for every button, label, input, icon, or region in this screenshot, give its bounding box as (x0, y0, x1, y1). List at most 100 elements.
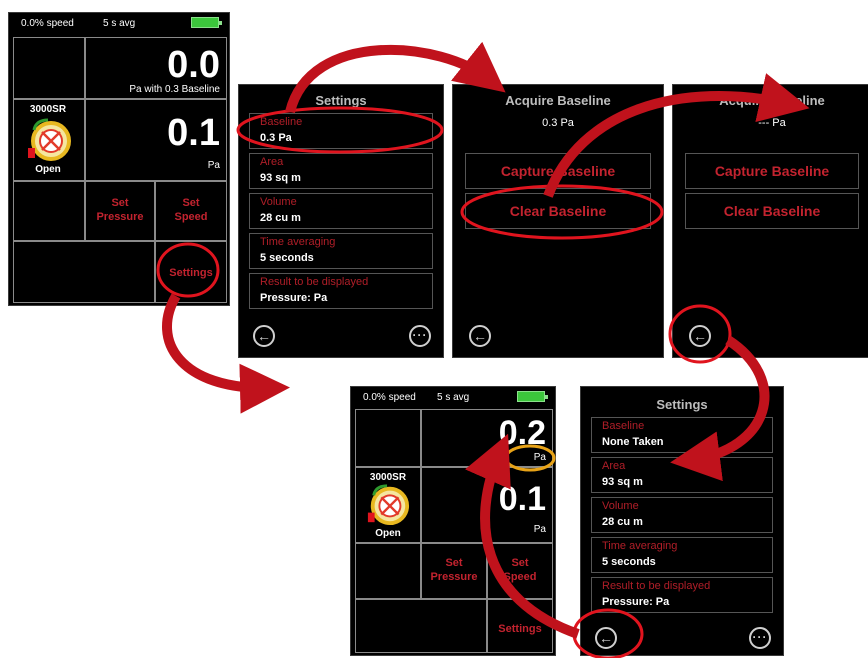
result-display-field[interactable]: Result to be displayed Pressure: Pa (591, 577, 773, 613)
top-reading-value: 0.2 (498, 414, 546, 452)
set-pressure-button[interactable]: Set Pressure (85, 181, 155, 241)
result-display-field-label: Result to be displayed (602, 580, 711, 592)
grid-cell (355, 409, 421, 467)
settings-label: Settings (169, 267, 213, 279)
fan-icon (28, 118, 71, 161)
bottom-reading-unit: Pa (533, 524, 546, 535)
capture-baseline-button[interactable]: Capture Baseline (685, 153, 859, 189)
volume-field-label: Volume (602, 500, 639, 512)
capture-baseline-button[interactable]: Capture Baseline (465, 153, 651, 189)
set-pressure-label-2: Pressure (430, 571, 478, 583)
acquire-baseline-screen-1: Acquire Baseline 0.3 Pa Capture Baseline… (452, 84, 664, 358)
baseline-field[interactable]: Baseline None Taken (591, 417, 773, 453)
settings-button[interactable]: Settings (155, 241, 227, 303)
volume-field[interactable]: Volume 28 cu m (591, 497, 773, 533)
settings-title: Settings (656, 397, 708, 412)
top-reading-cell: 0.0 Pa with 0.3 Baseline (85, 37, 227, 99)
result-display-field-label: Result to be displayed (260, 276, 369, 288)
more-dots-icon[interactable]: ··· (749, 627, 771, 649)
set-speed-label-1: Set (511, 557, 529, 569)
fan-state-label: Open (375, 528, 401, 539)
baseline-field-value: 0.3 Pa (260, 132, 292, 144)
grid-cell (13, 241, 155, 303)
settings-button[interactable]: Settings (487, 599, 553, 653)
time-averaging-field[interactable]: Time averaging 5 seconds (249, 233, 433, 269)
area-field-label: Area (602, 460, 626, 472)
set-speed-label-1: Set (182, 197, 200, 209)
back-arrow-icon[interactable]: ← (595, 627, 617, 649)
more-dots-icon[interactable]: ··· (409, 325, 431, 347)
averaging-readout: 5 s avg (103, 18, 136, 29)
settings-screen-top: Settings Baseline 0.3 Pa Area 93 sq m Vo… (238, 84, 444, 358)
set-speed-label-2: Speed (503, 571, 537, 583)
bottom-reading-cell: 0.1 Pa (85, 99, 227, 181)
result-display-field-value: Pressure: Pa (260, 292, 328, 304)
top-reading-value: 0.0 (167, 44, 220, 86)
volume-field[interactable]: Volume 28 cu m (249, 193, 433, 229)
volume-field-value: 28 cu m (602, 516, 643, 528)
bottom-reading-value: 0.1 (167, 112, 220, 154)
status-bar: 0.0% speed 5 s avg (351, 387, 555, 409)
top-reading-cell: 0.2 Pa (421, 409, 553, 467)
set-pressure-label-2: Pressure (96, 211, 144, 223)
time-averaging-field-label: Time averaging (602, 540, 678, 552)
set-pressure-label-1: Set (111, 197, 129, 209)
set-speed-button[interactable]: Set Speed (487, 543, 553, 599)
top-reading-unit: Pa (533, 452, 546, 463)
fan-model-label: 3000SR (29, 104, 67, 115)
baseline-field-label: Baseline (260, 116, 303, 128)
baseline-value: --- Pa (758, 117, 786, 129)
grid-cell (13, 37, 85, 99)
acquire-baseline-screen-2: Acquire Baseline --- Pa Capture Baseline… (672, 84, 868, 358)
bottom-reading-cell: 0.1 Pa (421, 467, 553, 543)
area-field-value: 93 sq m (260, 172, 301, 184)
acquire-baseline-title: Acquire Baseline (505, 93, 611, 108)
result-display-field[interactable]: Result to be displayed Pressure: Pa (249, 273, 433, 309)
fan-status-cell: 3000SR Open (355, 467, 421, 543)
clear-baseline-button[interactable]: Clear Baseline (465, 193, 651, 229)
fan-icon (367, 484, 410, 526)
time-averaging-field-value: 5 seconds (260, 252, 314, 264)
volume-field-label: Volume (260, 196, 297, 208)
bottom-reading-value: 0.1 (498, 480, 546, 518)
grid-cell (355, 543, 421, 599)
acquire-baseline-title: Acquire Baseline (719, 93, 825, 108)
top-reading-unit: Pa with 0.3 Baseline (129, 84, 220, 95)
grid-cell (355, 599, 487, 653)
back-arrow-icon[interactable]: ← (689, 325, 711, 347)
fan-speed-readout: 0.0% speed (21, 18, 74, 29)
grid-cell (13, 181, 85, 241)
set-speed-button[interactable]: Set Speed (155, 181, 227, 241)
volume-field-value: 28 cu m (260, 212, 301, 224)
set-pressure-label-1: Set (445, 557, 463, 569)
clear-baseline-button[interactable]: Clear Baseline (685, 193, 859, 229)
settings-label: Settings (498, 623, 542, 635)
fan-status-cell: 3000SR Open (13, 99, 85, 181)
time-averaging-field[interactable]: Time averaging 5 seconds (591, 537, 773, 573)
baseline-value: 0.3 Pa (542, 117, 574, 129)
area-field[interactable]: Area 93 sq m (591, 457, 773, 493)
baseline-field-value: None Taken (602, 436, 664, 448)
time-averaging-field-label: Time averaging (260, 236, 336, 248)
status-bar: 0.0% speed 5 s avg (9, 13, 229, 35)
settings-title: Settings (315, 93, 367, 108)
set-speed-label-2: Speed (174, 211, 208, 223)
battery-icon (191, 17, 222, 28)
back-arrow-icon[interactable]: ← (469, 325, 491, 347)
area-field[interactable]: Area 93 sq m (249, 153, 433, 189)
averaging-readout: 5 s avg (437, 392, 470, 403)
settings-screen-bottom: Settings Baseline None Taken Area 93 sq … (580, 386, 784, 656)
gauge-screen-bottom: 0.0% speed 5 s avg 0.2 Pa 3000SR Open 0.… (350, 386, 556, 656)
fan-speed-readout: 0.0% speed (363, 392, 416, 403)
battery-icon (517, 391, 548, 402)
result-display-field-value: Pressure: Pa (602, 596, 670, 608)
fan-state-label: Open (35, 164, 61, 175)
set-pressure-button[interactable]: Set Pressure (421, 543, 487, 599)
baseline-field-label: Baseline (602, 420, 645, 432)
back-arrow-icon[interactable]: ← (253, 325, 275, 347)
bottom-reading-unit: Pa (207, 160, 220, 171)
area-field-label: Area (260, 156, 284, 168)
baseline-field[interactable]: Baseline 0.3 Pa (249, 113, 433, 149)
area-field-value: 93 sq m (602, 476, 643, 488)
gauge-screen-top: 0.0% speed 5 s avg 0.0 Pa with 0.3 Basel… (8, 12, 230, 306)
